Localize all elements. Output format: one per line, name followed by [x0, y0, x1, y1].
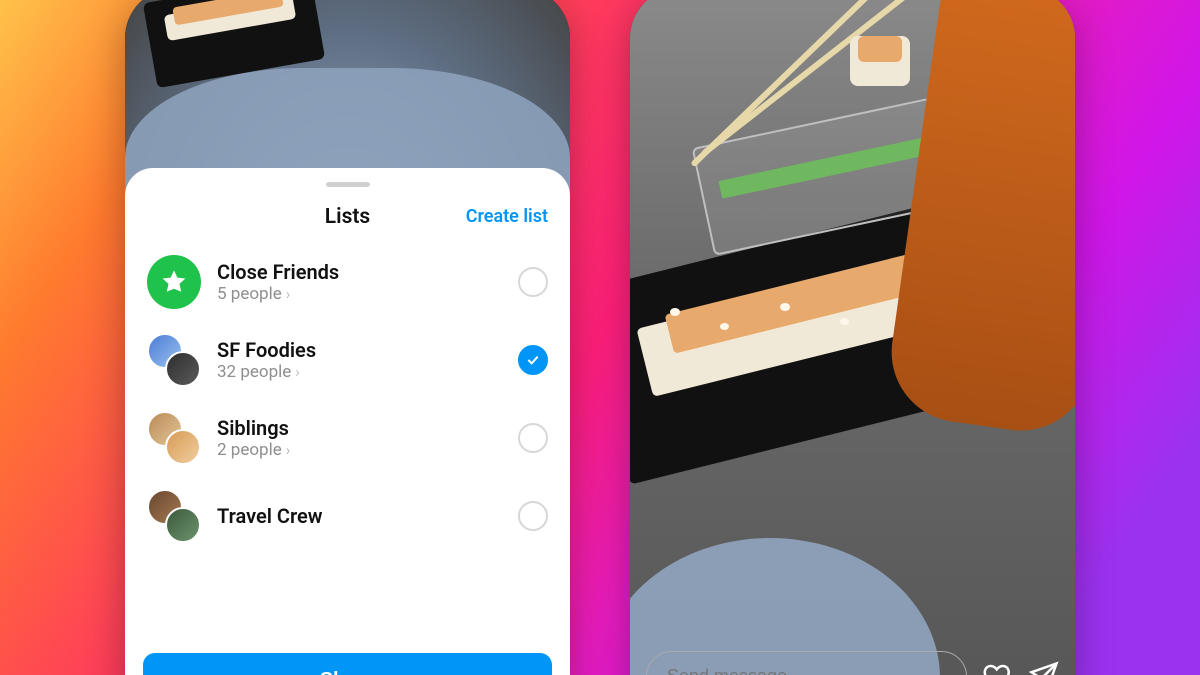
list-item-name: Travel Crew — [217, 504, 502, 528]
heart-icon[interactable] — [983, 661, 1013, 675]
check-icon — [525, 352, 541, 368]
list-item-text: Travel Crew — [217, 504, 502, 528]
phone-right — [630, 0, 1075, 675]
group-avatar — [147, 411, 201, 465]
sheet-grabber[interactable] — [326, 182, 370, 187]
list-item-radio[interactable] — [518, 423, 548, 453]
list-item-close-friends[interactable]: Close Friends 5 people › — [125, 243, 570, 321]
story-thumbnail — [238, 0, 458, 188]
list-item-count: 32 people — [217, 362, 291, 382]
group-avatar — [147, 333, 201, 387]
chevron-right-icon: › — [286, 441, 291, 459]
story-viewer[interactable] — [630, 0, 1075, 675]
create-list-link[interactable]: Create list — [466, 206, 548, 227]
group-avatar — [147, 489, 201, 543]
audience-list: Close Friends 5 people › SF Foodies 32 p… — [125, 243, 570, 643]
sheet-title: Lists — [325, 205, 370, 229]
list-item-name: Siblings — [217, 416, 502, 440]
list-item-siblings[interactable]: Siblings 2 people › — [125, 399, 570, 477]
sheet-header: Lists Create list — [125, 199, 570, 243]
story-image — [630, 0, 1075, 675]
list-item-text: Siblings 2 people › — [217, 416, 502, 460]
close-friends-icon — [147, 255, 201, 309]
list-item-subtitle: 2 people › — [217, 440, 502, 460]
lists-bottom-sheet: Lists Create list Close Friends 5 people… — [125, 168, 570, 675]
list-item-sf-foodies[interactable]: SF Foodies 32 people › — [125, 321, 570, 399]
story-thumbnail-image — [238, 0, 458, 188]
share-button[interactable]: Share — [143, 653, 552, 675]
phone-left: Lists Create list Close Friends 5 people… — [125, 0, 570, 675]
list-item-subtitle: 32 people › — [217, 362, 502, 382]
story-reply-bar — [646, 651, 1059, 675]
list-item-travel-crew[interactable]: Travel Crew — [125, 477, 570, 555]
list-item-count: 2 people — [217, 440, 282, 460]
list-item-name: SF Foodies — [217, 338, 502, 362]
reply-input[interactable] — [646, 651, 967, 675]
star-icon — [160, 268, 188, 296]
list-item-subtitle: 5 people › — [217, 284, 502, 304]
chevron-right-icon: › — [286, 285, 291, 303]
list-item-radio[interactable] — [518, 345, 548, 375]
list-item-name: Close Friends — [217, 260, 502, 284]
list-item-radio[interactable] — [518, 267, 548, 297]
sheet-footer: Share — [125, 643, 570, 675]
list-item-text: Close Friends 5 people › — [217, 260, 502, 304]
list-item-text: SF Foodies 32 people › — [217, 338, 502, 382]
list-item-count: 5 people — [217, 284, 282, 304]
list-item-radio[interactable] — [518, 501, 548, 531]
chevron-right-icon: › — [295, 363, 300, 381]
send-icon[interactable] — [1029, 661, 1059, 675]
